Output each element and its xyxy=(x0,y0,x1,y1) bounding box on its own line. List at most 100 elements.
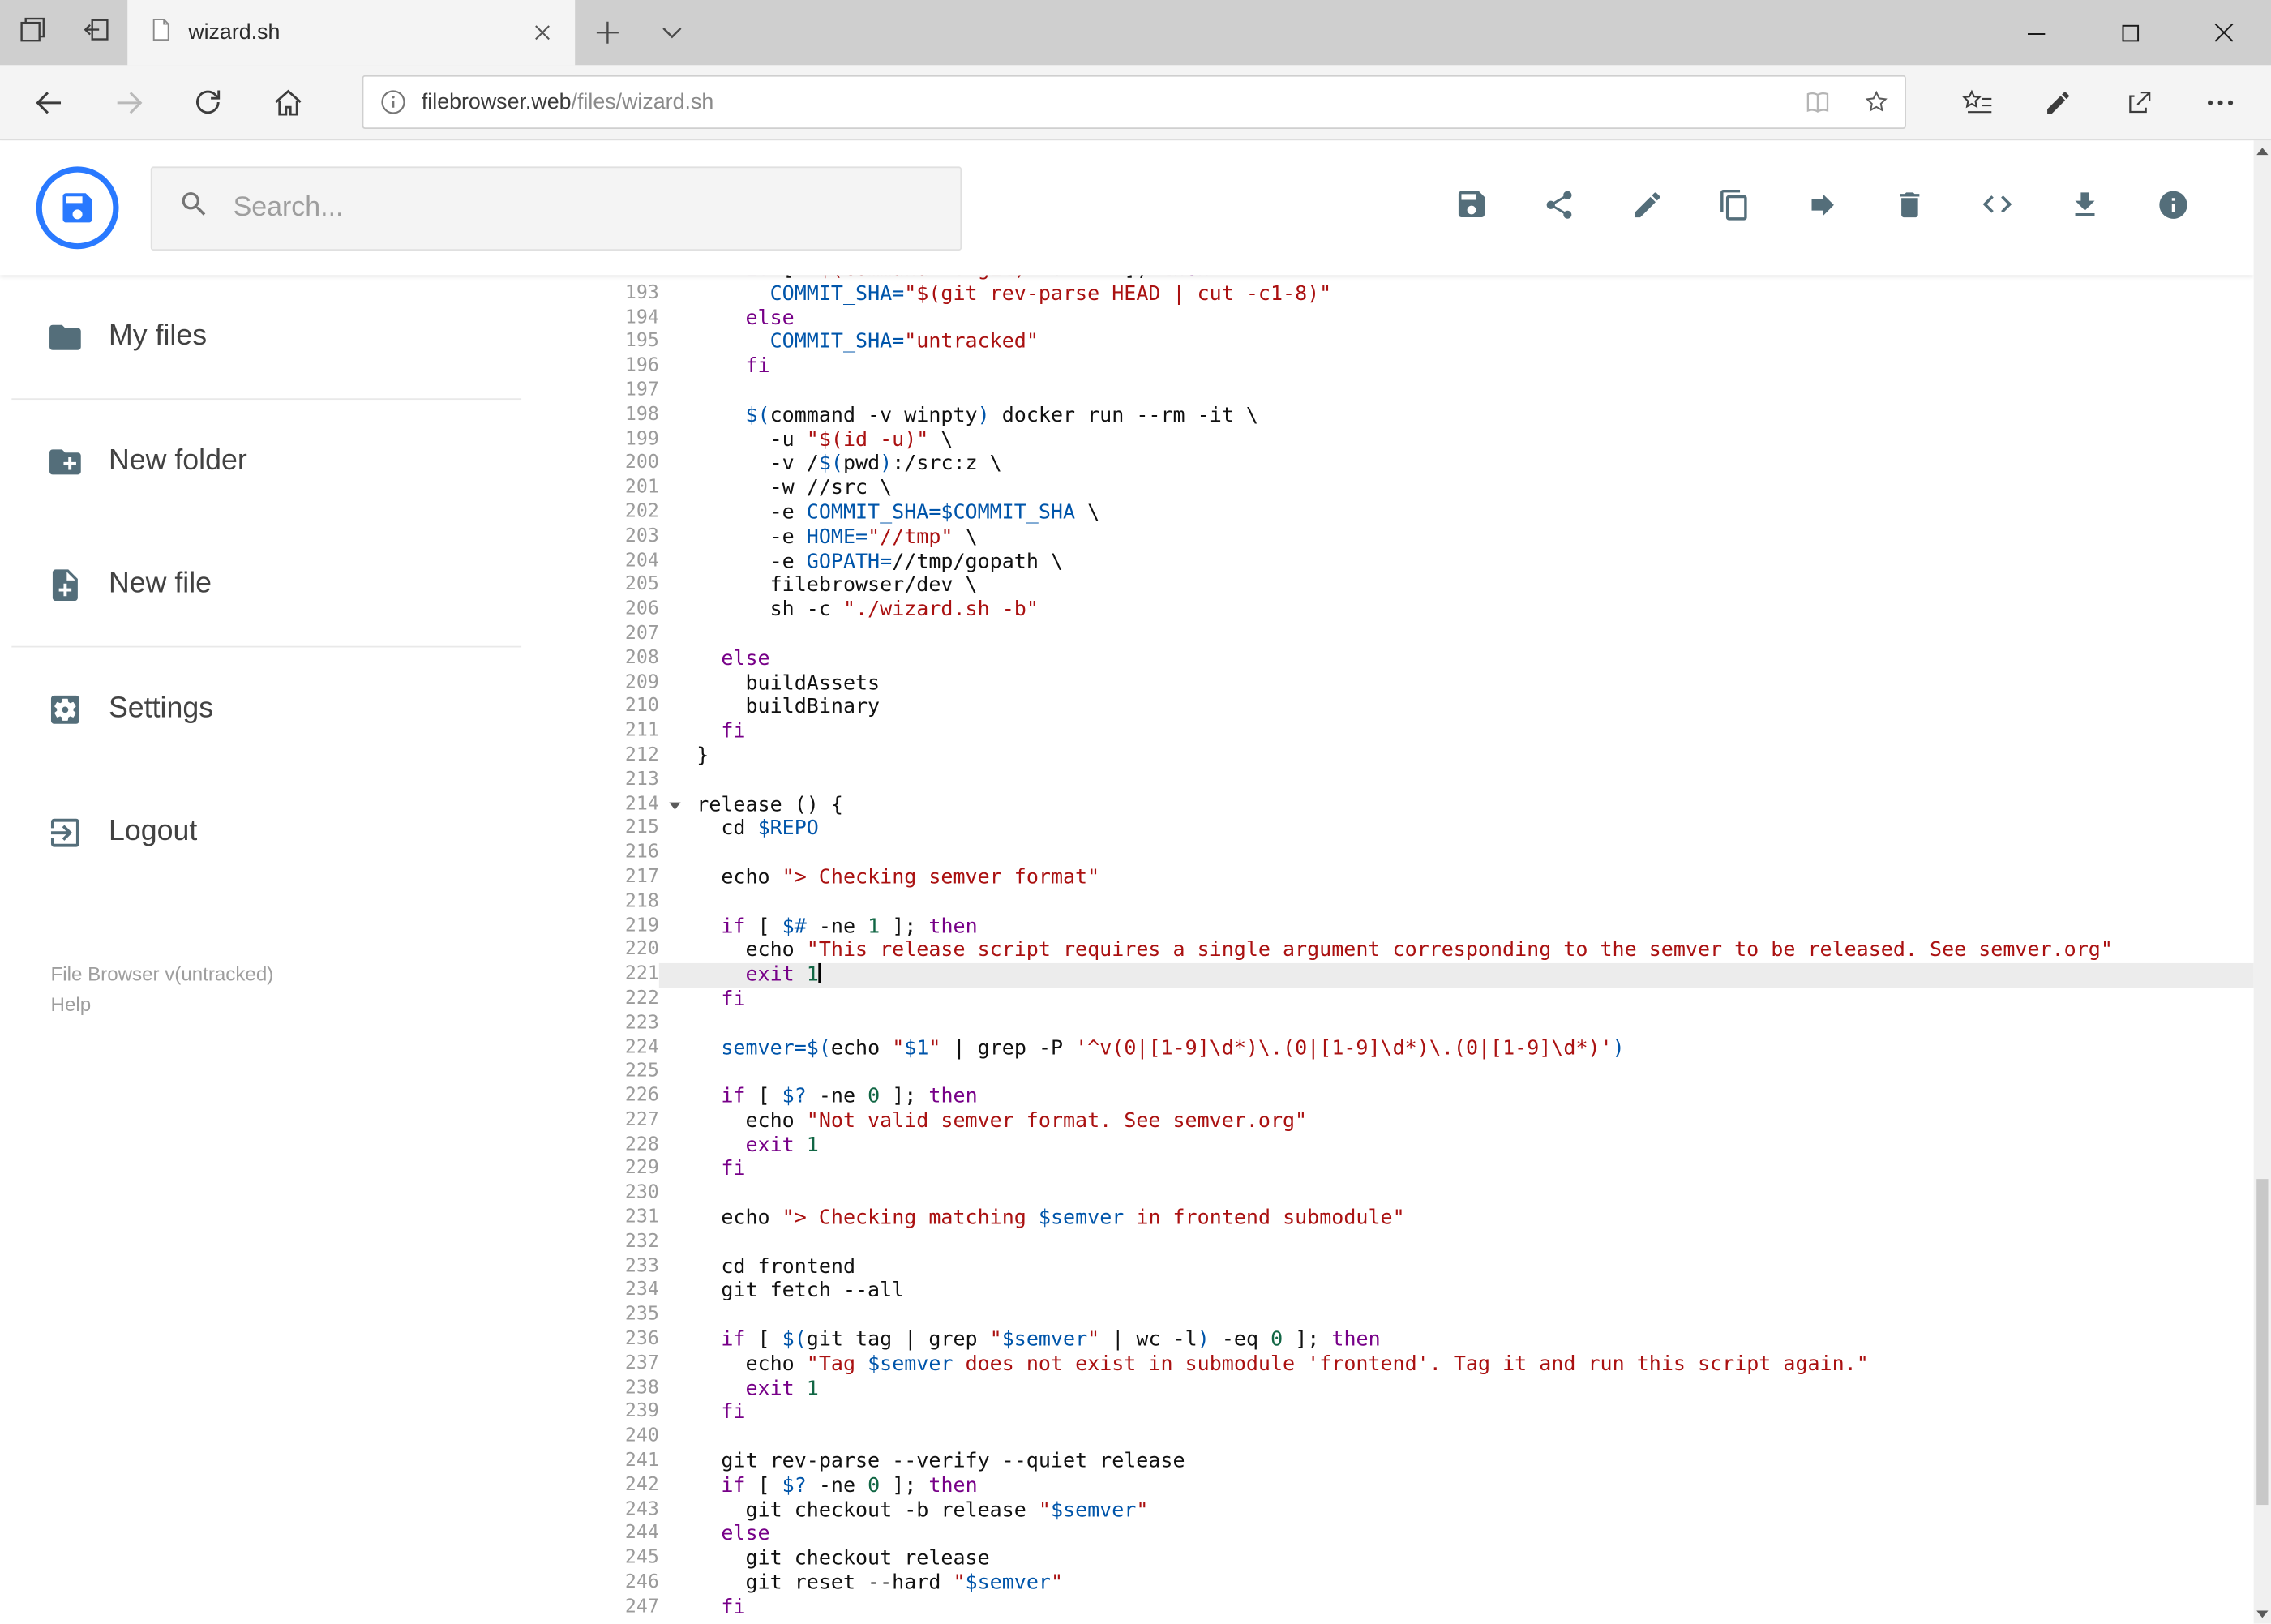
code-line-213[interactable]: 213 xyxy=(580,769,2254,793)
favorite-star-button[interactable] xyxy=(1847,77,1905,128)
code-line-241[interactable]: 241 git rev-parse --verify --quiet relea… xyxy=(580,1450,2254,1474)
code-line-204[interactable]: 204 -e GOPATH=//tmp/gopath \ xyxy=(580,550,2254,574)
code-line-234[interactable]: 234 git fetch --all xyxy=(580,1279,2254,1304)
move-button[interactable] xyxy=(1790,176,1854,240)
code-line-222[interactable]: 222 fi xyxy=(580,988,2254,1012)
tabs-you-set-aside-button[interactable] xyxy=(0,0,64,65)
tab-close-button[interactable] xyxy=(523,14,560,51)
code-line-239[interactable]: 239 fi xyxy=(580,1401,2254,1425)
save-button[interactable] xyxy=(1440,176,1504,240)
code-line-226[interactable]: 226 if [ $? -ne 0 ]; then xyxy=(580,1085,2254,1109)
code-line-229[interactable]: 229 fi xyxy=(580,1158,2254,1182)
code-line-221[interactable]: 221 exit 1 xyxy=(580,963,2254,988)
code-line-223[interactable]: 223 xyxy=(580,1012,2254,1036)
code-line-212[interactable]: 212} xyxy=(580,744,2254,769)
code-line-238[interactable]: 238 exit 1 xyxy=(580,1377,2254,1401)
code-line-192[interactable]: 192 if [ "$(command -v git)" != "" ]; th… xyxy=(580,275,2254,282)
forward-button[interactable] xyxy=(88,65,168,139)
code-line-224[interactable]: 224 semver=$(echo "$1" | grep -P '^v(0|[… xyxy=(580,1036,2254,1061)
download-button[interactable] xyxy=(2053,176,2117,240)
close-button[interactable] xyxy=(2177,0,2271,65)
code-line-196[interactable]: 196 fi xyxy=(580,355,2254,379)
code-line-240[interactable]: 240 xyxy=(580,1425,2254,1450)
code-line-214[interactable]: 214 release () { xyxy=(580,793,2254,817)
more-options-button[interactable] xyxy=(2187,65,2253,139)
code-line-215[interactable]: 215 cd $REPO xyxy=(580,817,2254,842)
code-line-202[interactable]: 202 -e COMMIT_SHA=$COMMIT_SHA \ xyxy=(580,501,2254,525)
code-line-242[interactable]: 242 if [ $? -ne 0 ]; then xyxy=(580,1474,2254,1498)
code-line-244[interactable]: 244 else xyxy=(580,1523,2254,1547)
code-line-230[interactable]: 230 xyxy=(580,1182,2254,1206)
address-bar[interactable]: filebrowser.web/files/wizard.sh xyxy=(362,75,1906,129)
code-line-195[interactable]: 195 COMMIT_SHA="untracked" xyxy=(580,331,2254,355)
code-line-236[interactable]: 236 if [ $(git tag | grep "$semver" | wc… xyxy=(580,1328,2254,1352)
code-line-218[interactable]: 218 xyxy=(580,890,2254,915)
code-line-198[interactable]: 198 $(command -v winpty) docker run --rm… xyxy=(580,404,2254,428)
scrollbar-thumb[interactable] xyxy=(2256,1178,2269,1506)
browser-tab[interactable]: wizard.sh xyxy=(127,0,576,66)
copy-button[interactable] xyxy=(1703,176,1767,240)
code-line-193[interactable]: 193 COMMIT_SHA="$(git rev-parse HEAD | c… xyxy=(580,282,2254,306)
raw-code-button[interactable] xyxy=(1965,176,2029,240)
share-file-button[interactable] xyxy=(1528,176,1592,240)
new-tab-button[interactable] xyxy=(575,0,640,65)
app-logo[interactable] xyxy=(36,166,119,250)
sidebar-item-new-folder[interactable]: New folder xyxy=(0,400,580,523)
info-button[interactable] xyxy=(2140,176,2205,240)
scroll-down-arrow-icon[interactable] xyxy=(2254,1604,2271,1624)
code-line-220[interactable]: 220 echo "This release script requires a… xyxy=(580,939,2254,963)
refresh-button[interactable] xyxy=(168,65,247,139)
code-line-232[interactable]: 232 xyxy=(580,1231,2254,1255)
code-line-205[interactable]: 205 filebrowser/dev \ xyxy=(580,574,2254,598)
code-line-203[interactable]: 203 -e HOME="//tmp" \ xyxy=(580,525,2254,550)
help-link[interactable]: Help xyxy=(51,989,580,1020)
home-button[interactable] xyxy=(247,65,327,139)
code-line-233[interactable]: 233 cd frontend xyxy=(580,1255,2254,1279)
code-line-246[interactable]: 246 git reset --hard "$semver" xyxy=(580,1571,2254,1596)
code-line-243[interactable]: 243 git checkout -b release "$semver" xyxy=(580,1498,2254,1523)
code-line-237[interactable]: 237 echo "Tag $semver does not exist in … xyxy=(580,1352,2254,1377)
code-line-206[interactable]: 206 sh -c "./wizard.sh -b" xyxy=(580,598,2254,623)
search-bar[interactable] xyxy=(150,165,962,251)
scroll-up-arrow-icon[interactable] xyxy=(2254,140,2271,161)
code-line-228[interactable]: 228 exit 1 xyxy=(580,1133,2254,1158)
code-line-219[interactable]: 219 if [ $# -ne 1 ]; then xyxy=(580,915,2254,939)
code-line-197[interactable]: 197 xyxy=(580,379,2254,404)
maximize-button[interactable] xyxy=(2083,0,2177,65)
code-line-245[interactable]: 245 git checkout release xyxy=(580,1547,2254,1571)
code-line-207[interactable]: 207 xyxy=(580,623,2254,647)
code-line-247[interactable]: 247 fi xyxy=(580,1596,2254,1620)
back-button[interactable] xyxy=(9,65,88,139)
code-line-235[interactable]: 235 xyxy=(580,1304,2254,1328)
search-input[interactable] xyxy=(230,190,961,225)
code-line-211[interactable]: 211 fi xyxy=(580,720,2254,744)
code-line-201[interactable]: 201 -w //src \ xyxy=(580,477,2254,501)
code-line-210[interactable]: 210 buildBinary xyxy=(580,696,2254,720)
vertical-scrollbar[interactable] xyxy=(2253,140,2271,1624)
sidebar-item-my-files[interactable]: My files xyxy=(0,275,580,398)
code-line-200[interactable]: 200 -v /$(pwd):/src:z \ xyxy=(580,452,2254,477)
sidebar-item-settings[interactable]: Settings xyxy=(0,648,580,771)
code-line-199[interactable]: 199 -u "$(id -u)" \ xyxy=(580,428,2254,452)
page-info-icon[interactable] xyxy=(363,90,421,114)
set-tabs-aside-button[interactable] xyxy=(64,0,128,65)
code-line-208[interactable]: 208 else xyxy=(580,647,2254,671)
sidebar-item-logout[interactable]: Logout xyxy=(0,770,580,893)
favorites-hub-button[interactable] xyxy=(1943,65,2010,139)
rename-button[interactable] xyxy=(1615,176,1679,240)
code-line-194[interactable]: 194 else xyxy=(580,306,2254,331)
code-line-216[interactable]: 216 xyxy=(580,842,2254,866)
code-line-231[interactable]: 231 echo "> Checking matching $semver in… xyxy=(580,1206,2254,1231)
sidebar-item-new-file[interactable]: New file xyxy=(0,523,580,646)
delete-button[interactable] xyxy=(1878,176,1942,240)
reading-view-button[interactable] xyxy=(1789,77,1846,128)
code-line-225[interactable]: 225 xyxy=(580,1061,2254,1085)
minimize-button[interactable] xyxy=(1989,0,2083,65)
tab-preview-chevron-icon[interactable] xyxy=(641,0,705,65)
code-line-227[interactable]: 227 echo "Not valid semver format. See s… xyxy=(580,1109,2254,1133)
share-button[interactable] xyxy=(2106,65,2172,139)
code-line-217[interactable]: 217 echo "> Checking semver format" xyxy=(580,866,2254,890)
code-line-209[interactable]: 209 buildAssets xyxy=(580,671,2254,696)
code-editor[interactable]: 192 if [ "$(command -v git)" != "" ]; th… xyxy=(579,275,2254,1624)
web-note-pen-button[interactable] xyxy=(2025,65,2091,139)
